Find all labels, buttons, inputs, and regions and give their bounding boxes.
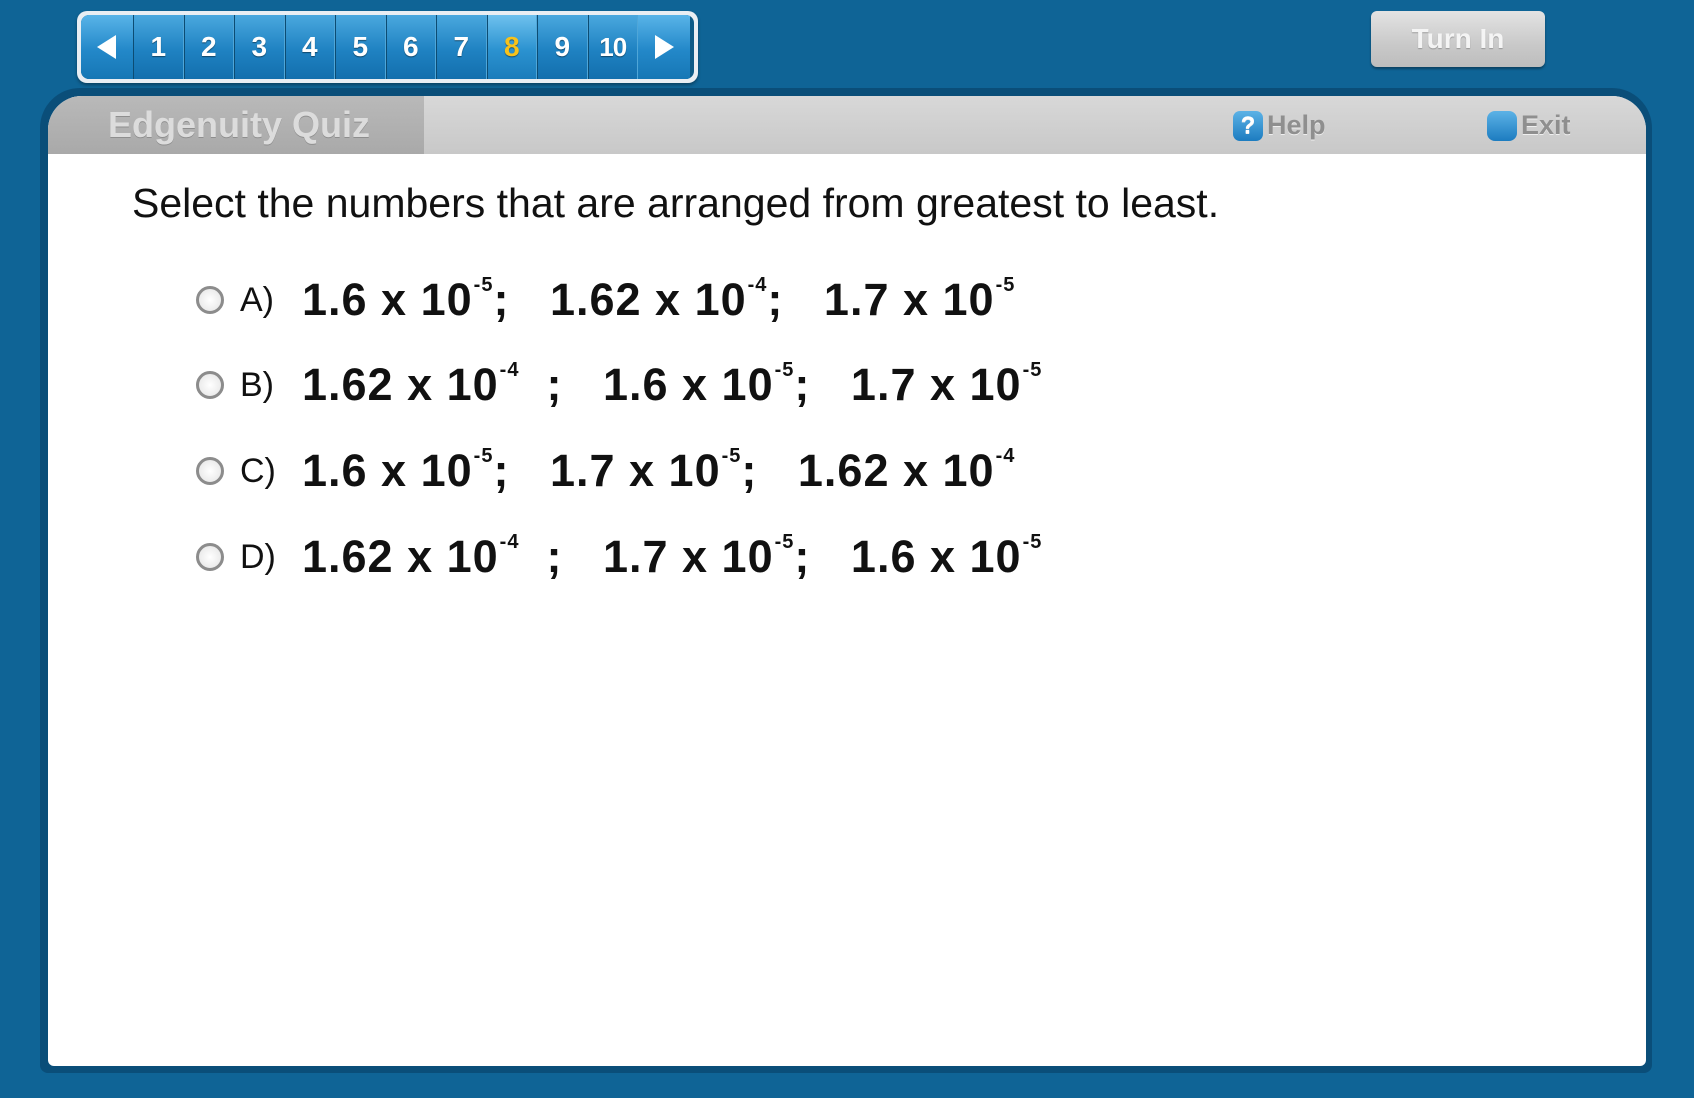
question-number-button[interactable]: 6 [385, 15, 436, 79]
term-separator: ; [519, 531, 603, 582]
exit-label: Exit [1521, 110, 1571, 140]
option-expression: 1.62 x 10-4 ; 1.6 x 10-5; 1.7 x 10-5 [302, 359, 1042, 411]
answer-option[interactable]: D) 1.62 x 10-4 ; 1.7 x 10-5; 1.6 x 10-5 [196, 531, 1042, 583]
question-number-button[interactable]: 4 [284, 15, 335, 79]
term-separator: ; [519, 359, 603, 410]
term-separator: ; [767, 274, 824, 325]
question-number-button[interactable]: 3 [234, 15, 285, 79]
term-exponent: -5 [473, 445, 494, 467]
turn-in-button[interactable]: Turn In [1371, 11, 1545, 67]
term-coefficient: 1.62 x 10 [302, 531, 499, 582]
term-exponent: -4 [499, 359, 520, 381]
question-navigator-track: 1 2 3 4 5 6 7 8 9 10 [81, 15, 694, 79]
previous-question-button[interactable] [81, 15, 133, 79]
question-number-button[interactable]: 1 [133, 15, 184, 79]
term-coefficient: 1.62 x 10 [549, 274, 747, 325]
option-expression: 1.6 x 10-5; 1.7 x 10-5; 1.62 x 10-4 [302, 445, 1015, 497]
term-exponent: -4 [995, 445, 1016, 467]
term-coefficient: 1.62 x 10 [302, 359, 499, 410]
card-header: Edgenuity Quiz ? Help Exit [48, 96, 1646, 154]
term-separator: ; [741, 445, 798, 496]
help-label: Help [1267, 110, 1326, 140]
exit-button[interactable]: Exit [1487, 110, 1571, 141]
term-exponent: -5 [473, 274, 494, 296]
radio-button[interactable] [196, 457, 224, 485]
quiz-title-tab: Edgenuity Quiz [48, 96, 424, 154]
term-exponent: -5 [721, 445, 742, 467]
question-number-button[interactable]: 9 [537, 15, 588, 79]
question-number-button[interactable]: 5 [335, 15, 386, 79]
term-coefficient: 1.6 x 10 [302, 445, 473, 496]
term-coefficient: 1.6 x 10 [850, 531, 1022, 582]
term-exponent: -5 [1022, 531, 1043, 553]
question-number-button[interactable]: 2 [183, 15, 234, 79]
term-exponent: -4 [747, 274, 768, 296]
option-expression: 1.6 x 10-5; 1.62 x 10-4; 1.7 x 10-5 [302, 274, 1015, 326]
term-coefficient: 1.6 x 10 [302, 274, 473, 325]
answer-option[interactable]: A) 1.6 x 10-5; 1.62 x 10-4; 1.7 x 10-5 [196, 274, 1015, 326]
term-exponent: -5 [995, 274, 1016, 296]
term-coefficient: 1.62 x 10 [797, 445, 995, 496]
radio-button[interactable] [196, 286, 224, 314]
option-letter: D) [240, 537, 276, 576]
question-mark-icon: ? [1233, 110, 1263, 141]
option-letter: C) [240, 451, 276, 490]
option-letter: A) [240, 280, 274, 319]
right-arrow-icon [655, 35, 674, 59]
question-number-button[interactable]: 7 [436, 15, 487, 79]
term-exponent: -5 [774, 531, 795, 553]
term-exponent: -5 [1022, 359, 1043, 381]
option-expression: 1.62 x 10-4 ; 1.7 x 10-5; 1.6 x 10-5 [302, 531, 1042, 583]
answer-option[interactable]: B) 1.62 x 10-4 ; 1.6 x 10-5; 1.7 x 10-5 [196, 359, 1042, 411]
term-separator: ; [493, 274, 550, 325]
term-coefficient: 1.7 x 10 [549, 445, 721, 496]
term-coefficient: 1.7 x 10 [823, 274, 995, 325]
term-coefficient: 1.6 x 10 [602, 359, 774, 410]
exit-square-icon [1487, 110, 1517, 141]
question-navigator: 1 2 3 4 5 6 7 8 9 10 [77, 11, 698, 83]
quiz-card: Edgenuity Quiz ? Help Exit Select the nu… [48, 96, 1646, 1066]
term-exponent: -5 [774, 359, 795, 381]
term-coefficient: 1.7 x 10 [850, 359, 1022, 410]
radio-button[interactable] [196, 371, 224, 399]
question-number-button[interactable]: 8 [486, 15, 537, 79]
left-arrow-icon [97, 35, 116, 59]
answer-option[interactable]: C) 1.6 x 10-5; 1.7 x 10-5; 1.62 x 10-4 [196, 445, 1015, 497]
term-exponent: -4 [499, 531, 520, 553]
option-letter: B) [240, 365, 274, 404]
next-question-button[interactable] [638, 15, 690, 79]
radio-button[interactable] [196, 543, 224, 571]
term-separator: ; [794, 359, 851, 410]
term-separator: ; [794, 531, 851, 582]
quiz-title: Edgenuity Quiz [108, 104, 371, 145]
help-button[interactable]: ? Help [1233, 110, 1326, 141]
term-coefficient: 1.7 x 10 [602, 531, 774, 582]
term-separator: ; [493, 445, 550, 496]
question-number-button[interactable]: 10 [587, 15, 638, 79]
question-text: Select the numbers that are arranged fro… [132, 180, 1220, 226]
